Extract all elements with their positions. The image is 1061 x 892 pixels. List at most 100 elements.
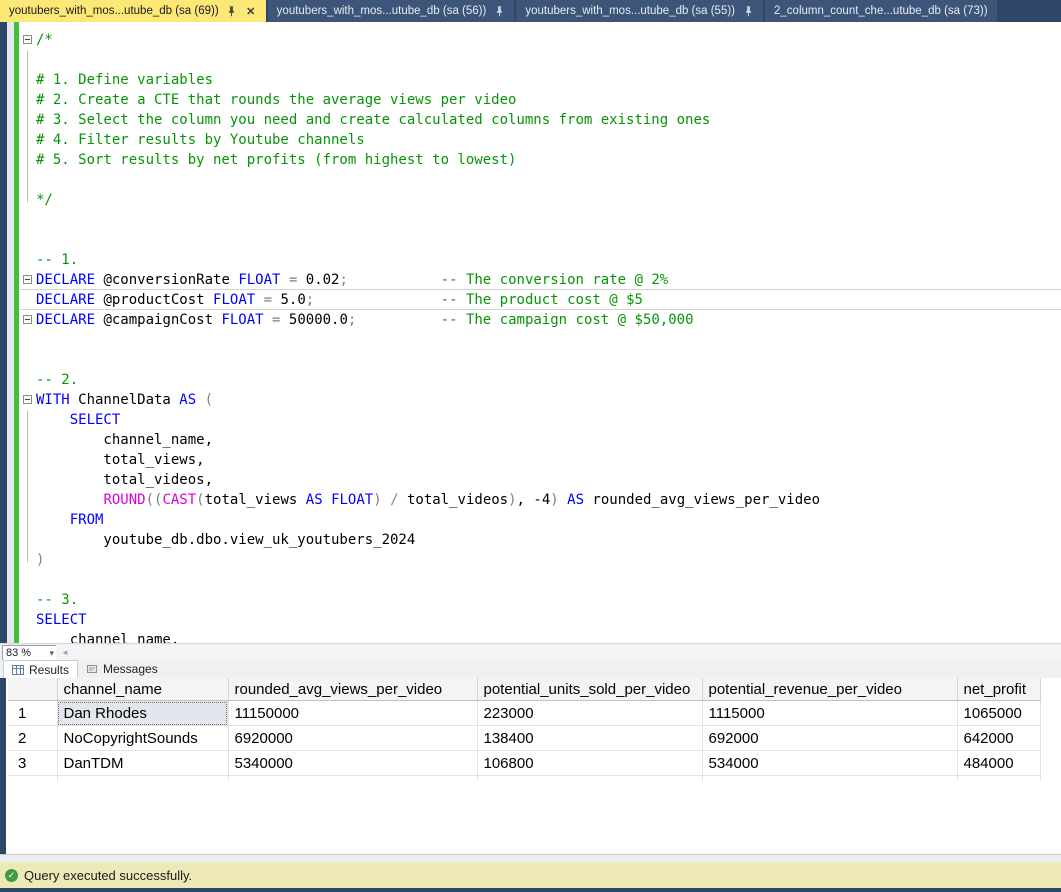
editor-bottom-bar: 83 % ▾ ◄ — [0, 643, 1061, 660]
grid-cell[interactable]: 484000 — [957, 751, 1040, 776]
tab-label: 2_column_count_che...utube_db (sa (73)) — [774, 5, 988, 17]
document-tab[interactable]: youtubers_with_mos...utube_db (sa (55)) — [516, 0, 763, 22]
table-row: 1Dan Rhodes1115000022300011150001065000 — [8, 701, 1040, 726]
status-bar: ✓ Query executed successfully. — [0, 862, 1061, 888]
grid-cell[interactable]: 692000 — [702, 726, 957, 751]
results-horizontal-scrollbar[interactable] — [0, 854, 1061, 862]
results-pane-tab-results[interactable]: Results — [3, 660, 78, 678]
code-line: DECLARE @conversionRate FLOAT = 0.02; --… — [36, 270, 1061, 290]
code-area[interactable]: /* # 1. Define variables# 2. Create a CTE… — [36, 30, 1061, 643]
code-line: /* — [36, 30, 1061, 50]
code-line: channel_name, — [36, 630, 1061, 643]
grid-cell[interactable]: 6920000 — [228, 726, 477, 751]
pin-icon[interactable] — [226, 5, 238, 17]
fold-region-guide — [27, 50, 28, 202]
fold-collapse-box[interactable] — [23, 395, 32, 404]
document-tab[interactable]: youtubers_with_mos...utube_db (sa (69)) ✕ — [0, 0, 266, 22]
zoom-level-select[interactable]: 83 % ▾ — [2, 645, 58, 661]
grid-cell[interactable]: 1115000 — [702, 701, 957, 726]
code-line: SELECT — [36, 610, 1061, 630]
grid-row-partial — [8, 776, 1040, 782]
close-icon[interactable]: ✕ — [245, 5, 257, 17]
code-line: youtube_db.dbo.view_uk_youtubers_2024 — [36, 530, 1061, 550]
results-tab-label: Messages — [103, 662, 158, 676]
results-pane-tab-messages[interactable]: Messages — [78, 660, 166, 678]
grid-cell[interactable]: 106800 — [477, 751, 702, 776]
fold-collapse-box[interactable] — [23, 35, 32, 44]
status-message: Query executed successfully. — [24, 868, 192, 883]
sql-editor[interactable]: /* # 1. Define variables# 2. Create a CTE… — [7, 22, 1061, 643]
grid-cell[interactable]: 1065000 — [957, 701, 1040, 726]
code-line — [36, 170, 1061, 190]
row-header[interactable]: 3 — [8, 751, 57, 776]
document-tab[interactable]: youtubers_with_mos...utube_db (sa (56)) — [268, 0, 515, 22]
scroll-left-icon[interactable]: ◄ — [61, 648, 69, 657]
document-tab-bar: youtubers_with_mos...utube_db (sa (69)) ✕… — [0, 0, 1061, 22]
code-line: SELECT — [36, 410, 1061, 430]
row-header[interactable]: 2 — [8, 726, 57, 751]
code-line: */ — [36, 190, 1061, 210]
column-header[interactable]: potential_units_sold_per_video — [477, 678, 702, 701]
code-line: # 5. Sort results by net profits (from h… — [36, 150, 1061, 170]
fold-collapse-box[interactable] — [23, 275, 32, 284]
statement-separator-line — [20, 289, 1061, 290]
editor-horizontal-scrollbar[interactable]: ◄ — [56, 645, 1061, 660]
grid-cell[interactable]: 11150000 — [228, 701, 477, 726]
grid-cell[interactable]: 223000 — [477, 701, 702, 726]
grid-cell[interactable]: DanTDM — [57, 751, 228, 776]
grid-cell[interactable]: 138400 — [477, 726, 702, 751]
column-header[interactable]: rounded_avg_views_per_video — [228, 678, 477, 701]
code-line — [36, 50, 1061, 70]
code-line — [36, 230, 1061, 250]
success-icon: ✓ — [5, 869, 18, 882]
application-window: youtubers_with_mos...utube_db (sa (69)) ✕… — [0, 0, 1061, 892]
results-tab-bar: Results Messages — [0, 660, 1061, 678]
row-header[interactable]: 1 — [8, 701, 57, 726]
tab-label: youtubers_with_mos...utube_db (sa (56)) — [277, 5, 487, 17]
code-line: total_videos, — [36, 470, 1061, 490]
table-row: 2NoCopyrightSounds6920000138400692000642… — [8, 726, 1040, 751]
statement-separator-line — [20, 309, 1061, 310]
code-line — [36, 210, 1061, 230]
code-line: # 3. Select the column you need and crea… — [36, 110, 1061, 130]
code-line: -- 2. — [36, 370, 1061, 390]
code-line: # 2. Create a CTE that rounds the averag… — [36, 90, 1061, 110]
code-line: # 4. Filter results by Youtube channels — [36, 130, 1061, 150]
grid-cell[interactable]: 534000 — [702, 751, 957, 776]
zoom-level-value: 83 % — [6, 647, 31, 659]
code-line: DECLARE @campaignCost FLOAT = 50000.0; -… — [36, 310, 1061, 330]
grid-cell[interactable]: Dan Rhodes — [57, 701, 228, 726]
column-header[interactable]: channel_name — [57, 678, 228, 701]
code-line: # 1. Define variables — [36, 70, 1061, 90]
chevron-down-icon: ▾ — [49, 648, 54, 659]
tab-label: youtubers_with_mos...utube_db (sa (55)) — [525, 5, 735, 17]
grid-corner-header[interactable] — [8, 678, 57, 701]
pin-icon[interactable] — [493, 5, 505, 17]
code-line: FROM — [36, 510, 1061, 530]
results-grid-pane: channel_namerounded_avg_views_per_videop… — [6, 678, 1061, 854]
change-tracking-bar — [14, 22, 19, 643]
code-line: -- 3. — [36, 590, 1061, 610]
code-line — [36, 350, 1061, 370]
results-grid: channel_namerounded_avg_views_per_videop… — [8, 678, 1041, 781]
code-line: total_views, — [36, 450, 1061, 470]
fold-region-guide — [27, 410, 28, 562]
column-header[interactable]: potential_revenue_per_video — [702, 678, 957, 701]
code-line — [36, 570, 1061, 590]
column-header[interactable]: net_profit — [957, 678, 1040, 701]
grid-icon — [12, 664, 24, 676]
pin-icon[interactable] — [742, 5, 754, 17]
messages-icon — [86, 663, 98, 675]
grid-cell[interactable]: 642000 — [957, 726, 1040, 751]
code-line: ROUND((CAST(total_views AS FLOAT) / tota… — [36, 490, 1061, 510]
grid-cell[interactable]: NoCopyrightSounds — [57, 726, 228, 751]
tab-label: youtubers_with_mos...utube_db (sa (69)) — [9, 5, 219, 17]
code-line — [36, 330, 1061, 350]
grid-cell[interactable]: 5340000 — [228, 751, 477, 776]
code-line: WITH ChannelData AS ( — [36, 390, 1061, 410]
code-line: ) — [36, 550, 1061, 570]
document-tab[interactable]: 2_column_count_che...utube_db (sa (73)) — [765, 0, 997, 22]
results-tab-label: Results — [29, 663, 69, 677]
fold-collapse-box[interactable] — [23, 315, 32, 324]
code-line: DECLARE @productCost FLOAT = 5.0; -- The… — [36, 290, 1061, 310]
